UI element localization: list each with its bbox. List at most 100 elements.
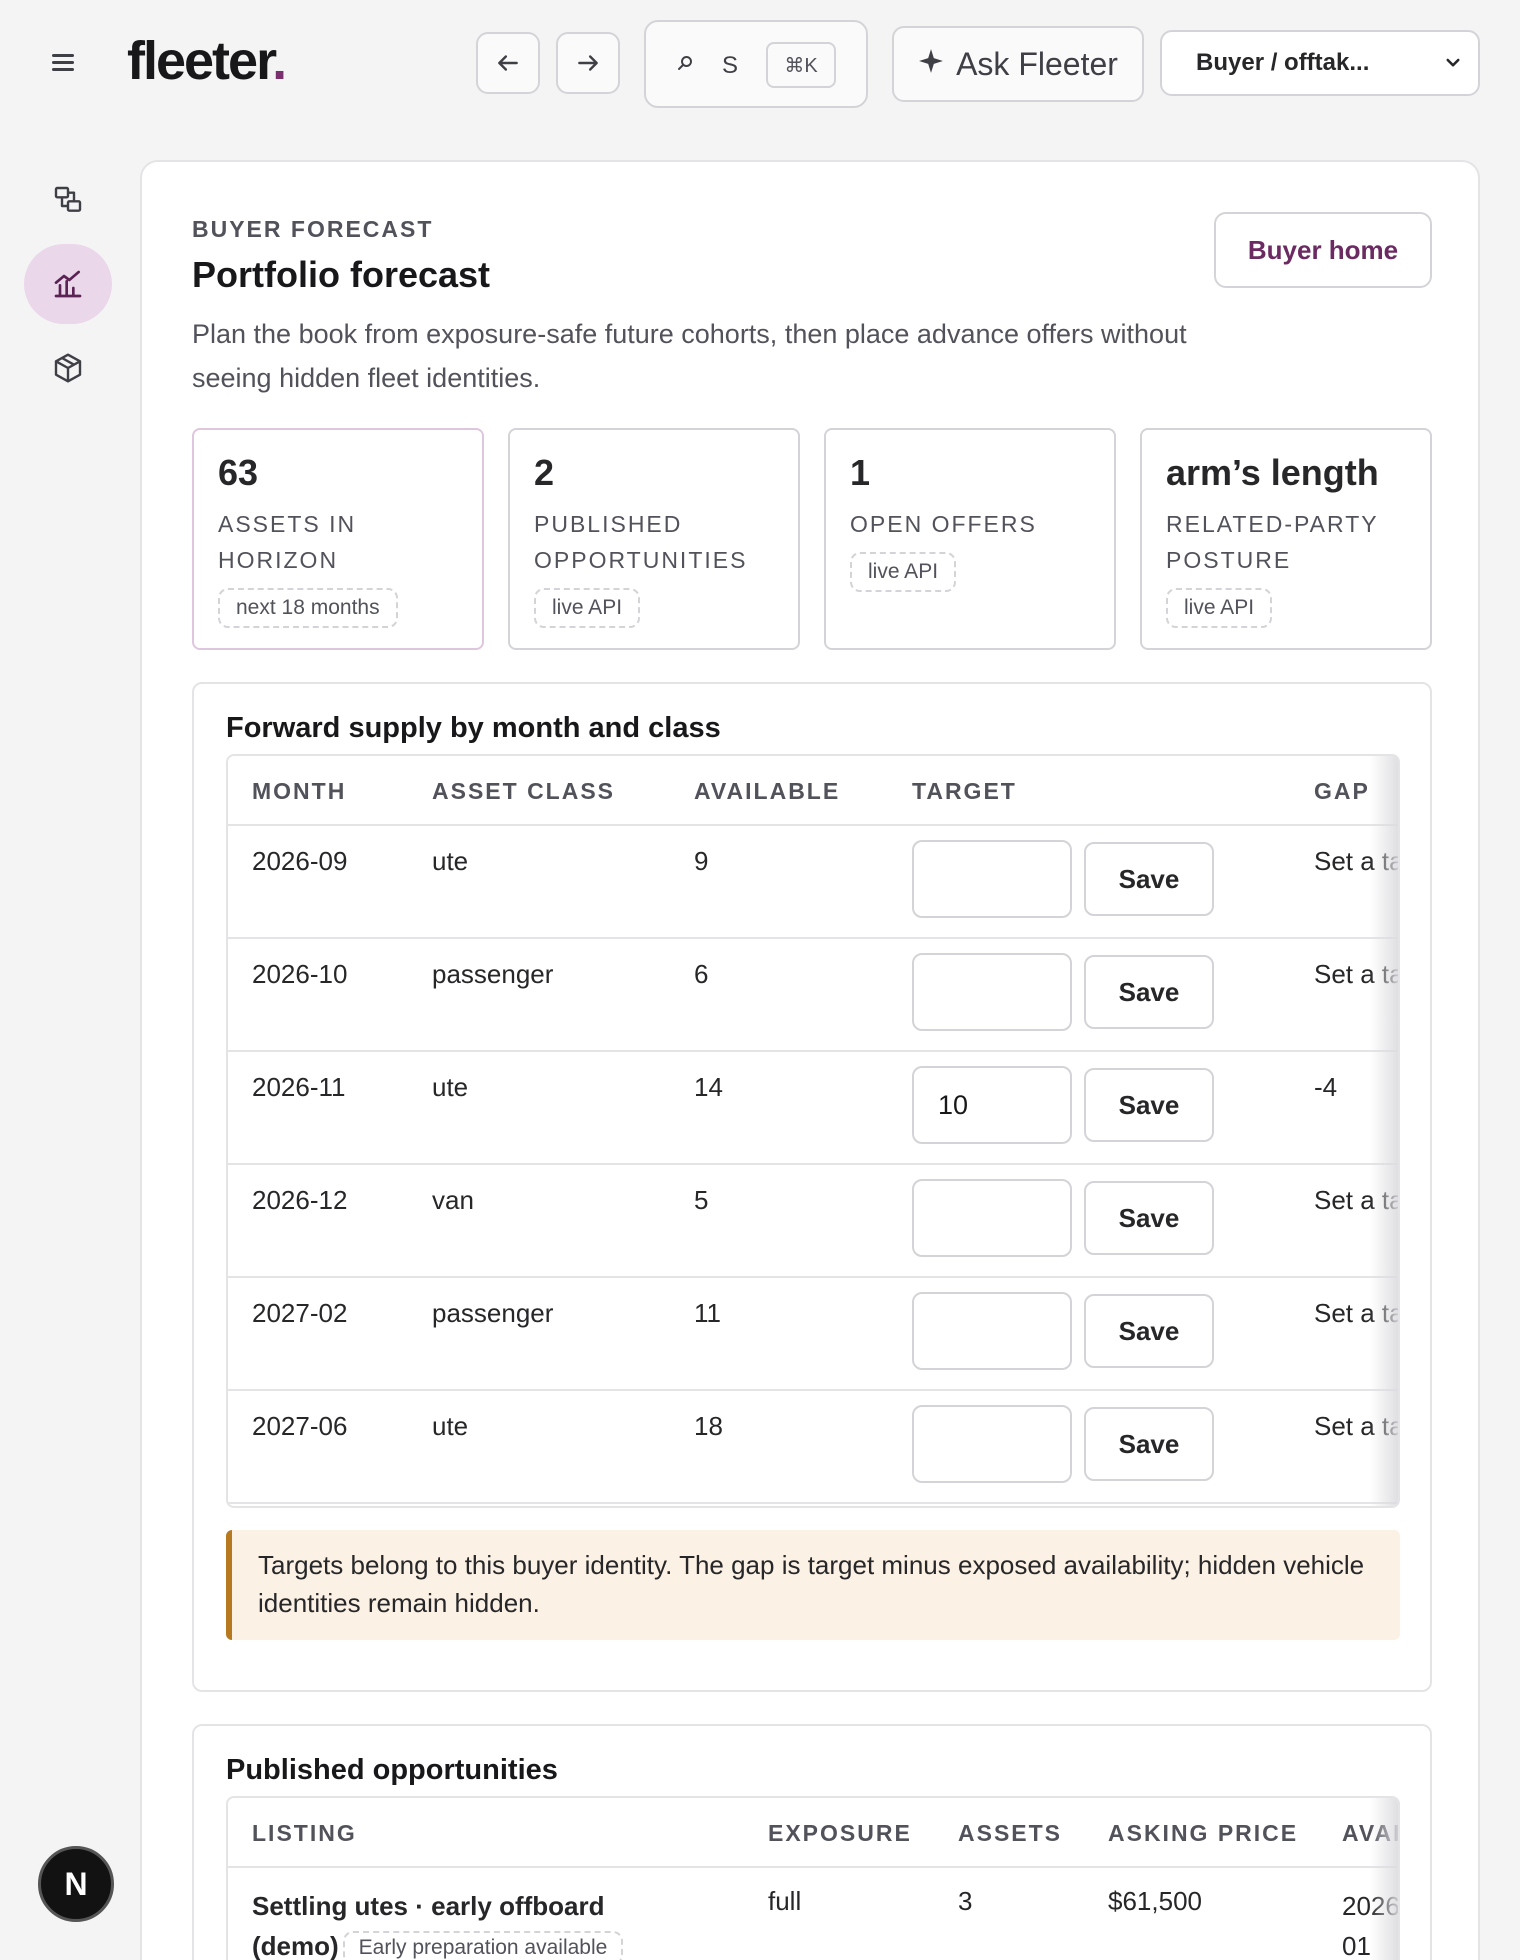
- cell-available: 6: [694, 959, 709, 989]
- stat-value: 63: [218, 452, 259, 493]
- arrow-right-icon: [578, 55, 598, 71]
- brand-dot: .: [272, 31, 287, 91]
- forward-supply-panel: Forward supply by month and class MONTH …: [192, 682, 1432, 1692]
- exchange-icon: [54, 186, 82, 212]
- published-opportunities-title: Published opportunities: [226, 1754, 558, 1786]
- cell-gap: Set a ta: [1314, 1411, 1400, 1441]
- stat-card-offers: 1 OPEN OFFERS live API: [824, 428, 1116, 650]
- cell-gap: Set a ta: [1314, 959, 1400, 989]
- save-button[interactable]: Save: [1084, 1068, 1214, 1142]
- page-title: Portfolio forecast: [192, 254, 491, 295]
- stat-value: 2: [534, 452, 555, 493]
- table-row: 2027-02 passenger 11 Save Set a ta: [228, 1278, 1398, 1391]
- cell-gap: Set a ta: [1314, 1185, 1400, 1215]
- dev-badge-letter: N: [64, 1865, 88, 1902]
- cell-asset-class: ute: [432, 1411, 469, 1441]
- cell-asset-class: ute: [432, 846, 469, 876]
- cell-month: 2026-12: [252, 1185, 348, 1215]
- dev-badge[interactable]: N: [38, 1846, 114, 1922]
- table-row[interactable]: Settling utes · early offboard (demo) Ear…: [228, 1868, 1398, 1960]
- save-button[interactable]: Save: [1084, 1407, 1214, 1481]
- cell-available: 2026 01: [1342, 1886, 1400, 1960]
- cell-asset-class: ute: [432, 1072, 469, 1102]
- top-bar: fleeter. S ⌘K Ask Fleeter Buyer / offtak…: [0, 0, 1520, 130]
- menu-icon[interactable]: [50, 50, 76, 74]
- table-row: 2027-06 ute 18 Save Set a ta: [228, 1391, 1398, 1504]
- cell-month: 2026-10: [252, 959, 348, 989]
- column-header-available: AVAI: [1342, 1820, 1400, 1846]
- stat-card-posture: arm’s length RELATED-PARTY POSTURE live …: [1140, 428, 1432, 650]
- save-button[interactable]: Save: [1084, 955, 1214, 1029]
- stat-pill: next 18 months: [218, 588, 398, 628]
- cell-gap: Set a ta: [1314, 846, 1400, 876]
- column-header-listing: LISTING: [252, 1820, 357, 1846]
- cell-listing[interactable]: Settling utes · early offboard (demo) Ear…: [252, 1886, 672, 1960]
- cell-asset-class: passenger: [432, 1298, 554, 1328]
- box-icon: [54, 353, 82, 383]
- role-select[interactable]: Buyer / offtak...: [1160, 30, 1480, 96]
- arrow-left-icon: [498, 55, 518, 71]
- sidebar-item-exchange[interactable]: [24, 160, 112, 240]
- sidebar-item-forecast[interactable]: [24, 244, 112, 324]
- save-button[interactable]: Save: [1084, 1294, 1214, 1368]
- cell-asset-class: van: [432, 1185, 474, 1215]
- role-select-value: Buyer / offtak...: [1196, 49, 1370, 76]
- stat-card-assets: 63 ASSETS IN HORIZON next 18 months: [192, 428, 484, 650]
- sparkle-icon: [918, 48, 944, 81]
- cell-asking-price: $61,500: [1108, 1886, 1202, 1916]
- cell-available: 11: [694, 1298, 721, 1328]
- save-button[interactable]: Save: [1084, 842, 1214, 916]
- target-input[interactable]: [912, 953, 1072, 1031]
- table-row: 2026-10 passenger 6 Save Set a ta: [228, 939, 1398, 1052]
- table-header: LISTING EXPOSURE ASSETS ASKING PRICE AVA…: [228, 1798, 1398, 1868]
- main-card: BUYER FORECAST Portfolio forecast Plan t…: [140, 160, 1480, 1960]
- opportunities-table[interactable]: LISTING EXPOSURE ASSETS ASKING PRICE AVA…: [226, 1796, 1400, 1960]
- target-input[interactable]: [912, 1405, 1072, 1483]
- ask-fleeter-button[interactable]: Ask Fleeter: [892, 26, 1144, 102]
- back-button[interactable]: [476, 32, 540, 94]
- cell-available: 5: [694, 1185, 709, 1215]
- sidebar-item-inventory[interactable]: [24, 328, 112, 408]
- target-input[interactable]: [912, 1292, 1072, 1370]
- save-button[interactable]: Save: [1084, 1181, 1214, 1255]
- stat-card-opportunities: 2 PUBLISHED OPPORTUNITIES live API: [508, 428, 800, 650]
- chevron-down-icon: [1446, 58, 1460, 67]
- cell-available: 9: [694, 846, 709, 876]
- column-header-exposure: EXPOSURE: [768, 1820, 912, 1846]
- brand-logo[interactable]: fleeter.: [127, 30, 287, 92]
- stat-label: OPEN OFFERS: [850, 511, 1037, 537]
- column-header-asking-price: ASKING PRICE: [1108, 1820, 1299, 1846]
- search-shortcut: ⌘K: [766, 42, 836, 88]
- cell-available: 14: [694, 1072, 723, 1102]
- available-line: 2026: [1342, 1891, 1400, 1921]
- target-input[interactable]: [912, 1066, 1072, 1144]
- search-text: S: [722, 52, 739, 79]
- buyer-home-button[interactable]: Buyer home: [1214, 212, 1432, 288]
- chart-icon: [54, 270, 82, 298]
- stat-pill: live API: [850, 552, 957, 592]
- search-icon: [676, 52, 694, 78]
- forward-supply-table[interactable]: MONTH ASSET CLASS AVAILABLE TARGET GAP 2…: [226, 754, 1400, 1508]
- stat-pill: live API: [1166, 588, 1273, 628]
- search-input[interactable]: S ⌘K: [644, 20, 868, 108]
- stat-value: arm’s length: [1166, 452, 1379, 493]
- column-header-target: TARGET: [912, 778, 1017, 804]
- available-line: 01: [1342, 1931, 1371, 1960]
- cell-gap: -4: [1314, 1072, 1338, 1102]
- cell-available: 18: [694, 1411, 723, 1441]
- ask-fleeter-label: Ask Fleeter: [956, 45, 1118, 82]
- table-row: 2026-09 ute 9 Save Set a ta: [228, 826, 1398, 939]
- target-input[interactable]: [912, 1179, 1072, 1257]
- column-header-gap: GAP: [1314, 778, 1370, 804]
- published-opportunities-panel: Published opportunities LISTING EXPOSURE…: [192, 1724, 1432, 1960]
- brand-name: fleeter: [127, 31, 274, 91]
- stat-pill: live API: [534, 588, 641, 628]
- page-eyebrow: BUYER FORECAST: [192, 216, 434, 242]
- target-input[interactable]: [912, 840, 1072, 918]
- cell-exposure: full: [768, 1886, 802, 1916]
- targets-note: Targets belong to this buyer identity. T…: [226, 1530, 1400, 1640]
- forward-button[interactable]: [556, 32, 620, 94]
- cell-month: 2026-11: [252, 1072, 346, 1102]
- column-header-available: AVAILABLE: [694, 778, 841, 804]
- table-row: 2026-11 ute 14 Save -4: [228, 1052, 1398, 1165]
